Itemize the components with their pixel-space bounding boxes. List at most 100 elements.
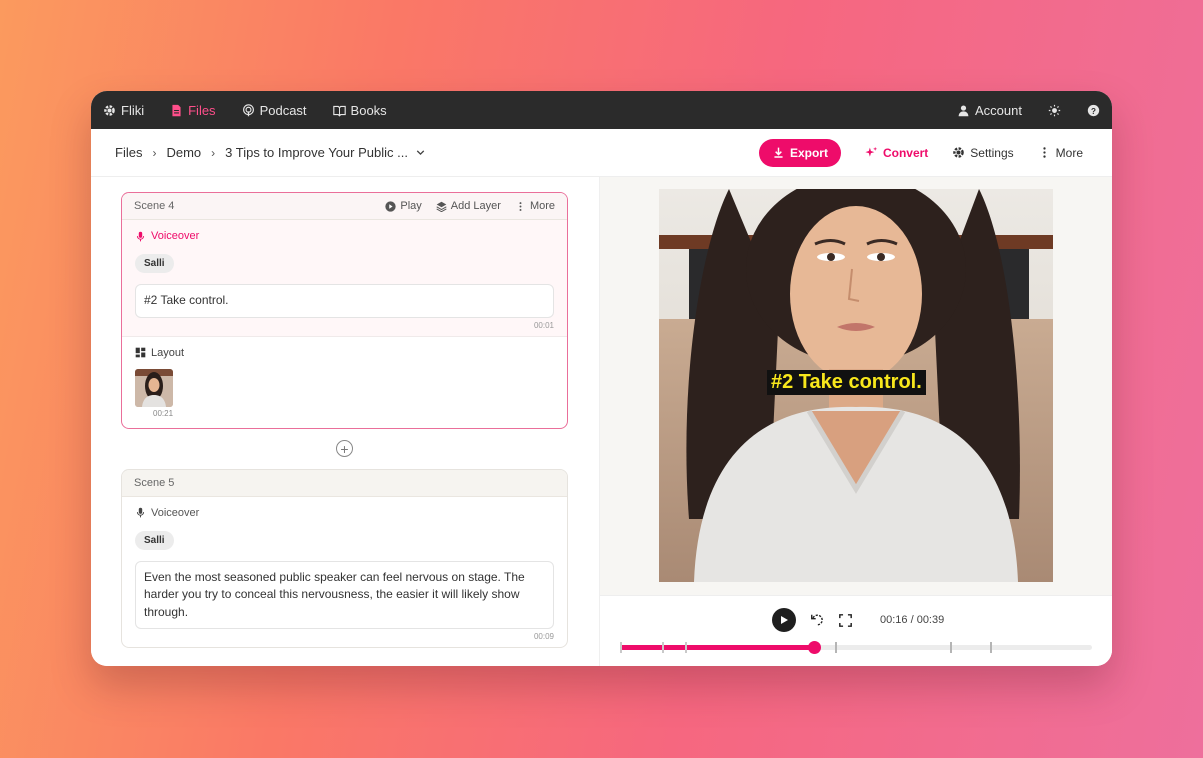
crumb-files[interactable]: Files <box>115 145 142 160</box>
add-scene-row: + <box>121 429 568 469</box>
scene-header: Scene 4 Play Add Layer More <box>122 193 567 220</box>
editor-content: Scene 4 Play Add Layer More Voiceover Sa… <box>91 177 1112 666</box>
theme-toggle[interactable] <box>1048 104 1061 117</box>
gear-icon <box>952 146 965 159</box>
scene-more-label: More <box>529 200 555 212</box>
scene-play-button[interactable]: Play <box>385 200 422 212</box>
time-display: 00:16 / 00:39 <box>880 614 945 626</box>
layers-icon <box>436 201 447 212</box>
user-icon <box>957 104 970 117</box>
account-menu[interactable]: Account <box>957 103 1022 118</box>
nav-books-label: Books <box>350 102 387 118</box>
play-icon <box>781 616 788 624</box>
export-button[interactable]: Export <box>758 138 841 167</box>
text-duration: 00:09 <box>533 632 554 641</box>
crumb-current-file[interactable]: 3 Tips to Improve Your Public ... <box>225 145 427 160</box>
timeline-scrubber-handle[interactable] <box>807 641 821 654</box>
timeline-track[interactable] <box>620 641 1092 654</box>
voiceover-label: Voiceover <box>135 507 554 519</box>
scene-marker <box>835 642 838 653</box>
file-icon <box>170 104 183 117</box>
scene-marker <box>620 642 622 653</box>
help-icon: ? <box>1087 104 1100 117</box>
layout-duration: 00:21 <box>153 408 174 418</box>
crumb-file-label: 3 Tips to Improve Your Public ... <box>225 145 408 160</box>
crumb-demo[interactable]: Demo <box>166 145 201 160</box>
nav-brand[interactable]: Fliki <box>103 103 144 118</box>
download-icon <box>772 146 785 159</box>
video-caption: #2 Take control. <box>767 370 926 395</box>
chevron-right-icon: › <box>211 145 216 160</box>
nav-books[interactable]: Books <box>332 102 387 118</box>
sun-icon <box>1048 104 1061 117</box>
player-bar: 00:16 / 00:39 <box>600 595 1112 666</box>
convert-button[interactable]: Convert <box>865 146 928 160</box>
nav-files[interactable]: Files <box>170 102 216 118</box>
nav-podcast-label: Podcast <box>259 102 307 118</box>
microphone-icon <box>136 231 145 241</box>
voiceover-section: Voiceover Salli #2 Take control. 00:01 <box>122 220 567 336</box>
export-label: Export <box>789 145 828 160</box>
video-preview[interactable]: #2 Take control. <box>659 189 1053 582</box>
play-button[interactable] <box>772 608 796 632</box>
help-button[interactable]: ? <box>1087 104 1100 117</box>
scene-text-input[interactable]: Even the most seasoned public speaker ca… <box>135 560 554 629</box>
layout-label: Layout <box>135 347 554 359</box>
replay-button[interactable] <box>810 613 824 627</box>
sparkle-icon <box>865 146 878 159</box>
add-scene-plus-icon[interactable]: + <box>336 440 353 457</box>
svg-text:?: ? <box>1091 106 1096 115</box>
layout-grid-icon <box>135 347 146 358</box>
scene-list: Scene 4 Play Add Layer More Voiceover Sa… <box>91 177 600 666</box>
nav-podcast[interactable]: Podcast <box>242 103 307 118</box>
voiceover-label-text: Voiceover <box>151 230 200 242</box>
scene-marker <box>950 642 953 653</box>
chevron-down-icon <box>414 146 427 159</box>
app-window: Fliki Files Podcast Books Account ? File… <box>91 91 1112 666</box>
scene-title: Scene 5 <box>134 476 175 489</box>
brand-label: Fliki <box>121 102 145 118</box>
add-layer-button[interactable]: Add Layer <box>436 200 501 212</box>
book-icon <box>332 104 346 117</box>
more-button[interactable]: More <box>1038 146 1083 160</box>
player-controls: 00:16 / 00:39 <box>772 608 944 632</box>
play-circle-icon <box>385 200 397 212</box>
fullscreen-button[interactable] <box>838 613 852 627</box>
voice-chip[interactable]: Salli <box>135 530 174 550</box>
toolbar: Files › Demo › 3 Tips to Improve Your Pu… <box>91 129 1112 177</box>
chevron-right-icon: › <box>152 145 157 160</box>
layout-thumbnail[interactable] <box>135 368 173 407</box>
scene-text-input[interactable]: #2 Take control. <box>135 284 554 318</box>
convert-label: Convert <box>882 145 929 160</box>
fullscreen-icon <box>838 613 852 627</box>
scene-more-button[interactable]: More <box>515 200 555 212</box>
voice-chip[interactable]: Salli <box>135 254 174 273</box>
scene-marker <box>990 642 993 653</box>
scene-marker <box>685 642 688 653</box>
more-vertical-icon <box>519 201 522 211</box>
settings-label: Settings <box>970 145 1014 160</box>
podcast-icon <box>242 103 255 117</box>
more-vertical-icon <box>1038 146 1051 159</box>
scene-title: Scene 4 <box>134 200 175 212</box>
more-label: More <box>1055 145 1083 160</box>
scene-card[interactable]: Scene 4 Play Add Layer More Voiceover Sa… <box>121 192 568 429</box>
microphone-icon <box>136 507 145 518</box>
account-label: Account <box>975 102 1022 118</box>
breadcrumb: Files › Demo › 3 Tips to Improve Your Pu… <box>115 145 427 160</box>
voiceover-section: Voiceover Salli Even the most seasoned p… <box>122 497 567 648</box>
play-label: Play <box>400 200 422 212</box>
preview-panel: #2 Take control. 00:16 / 00:39 <box>600 177 1112 666</box>
settings-button[interactable]: Settings <box>952 145 1014 160</box>
replay-icon <box>811 614 823 626</box>
nav-files-label: Files <box>188 102 216 118</box>
scene-card[interactable]: Scene 5 Voiceover Salli Even the most se… <box>121 468 568 648</box>
gear-logo-icon <box>103 104 116 117</box>
layout-label-text: Layout <box>151 346 185 359</box>
timeline-progress <box>620 645 814 650</box>
add-layer-label: Add Layer <box>450 200 501 212</box>
voiceover-label: Voiceover <box>135 230 554 242</box>
scene-header: Scene 5 <box>122 469 567 497</box>
top-nav: Fliki Files Podcast Books Account ? <box>91 91 1112 129</box>
scene-marker <box>661 642 664 653</box>
